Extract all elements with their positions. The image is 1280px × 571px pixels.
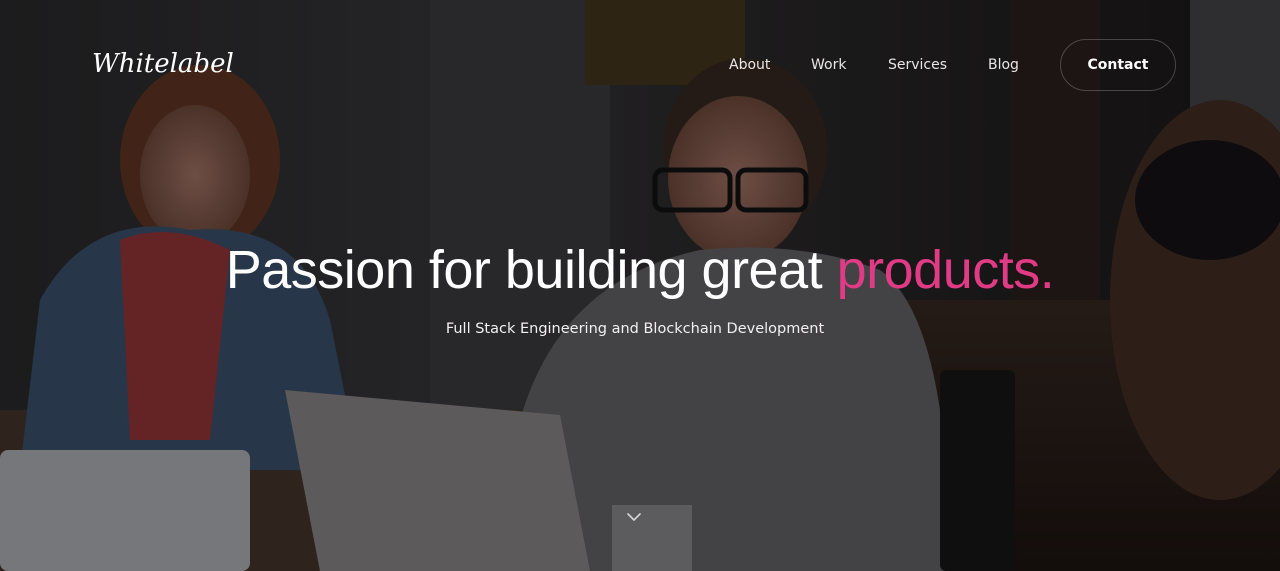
nav-link-work[interactable]: Work — [811, 55, 846, 75]
contact-button[interactable]: Contact — [1060, 39, 1176, 91]
nav-link-services[interactable]: Services — [888, 55, 947, 75]
brand-logo[interactable]: Whitelabel — [92, 46, 234, 82]
site-header: Whitelabel About Work Services Blog Cont… — [0, 0, 1280, 130]
nav-link-blog[interactable]: Blog — [988, 55, 1019, 75]
hero-subheadline: Full Stack Engineering and Blockchain De… — [445, 321, 825, 337]
nav-link-about[interactable]: About — [729, 55, 770, 75]
chevron-down-icon[interactable] — [624, 510, 644, 524]
headline-accent-text: products. — [836, 240, 1055, 300]
hero-section: Whitelabel About Work Services Blog Cont… — [0, 0, 1280, 571]
hero-headline: Passion for building great products. — [0, 238, 1280, 302]
headline-main-text: Passion for building great — [225, 240, 837, 300]
